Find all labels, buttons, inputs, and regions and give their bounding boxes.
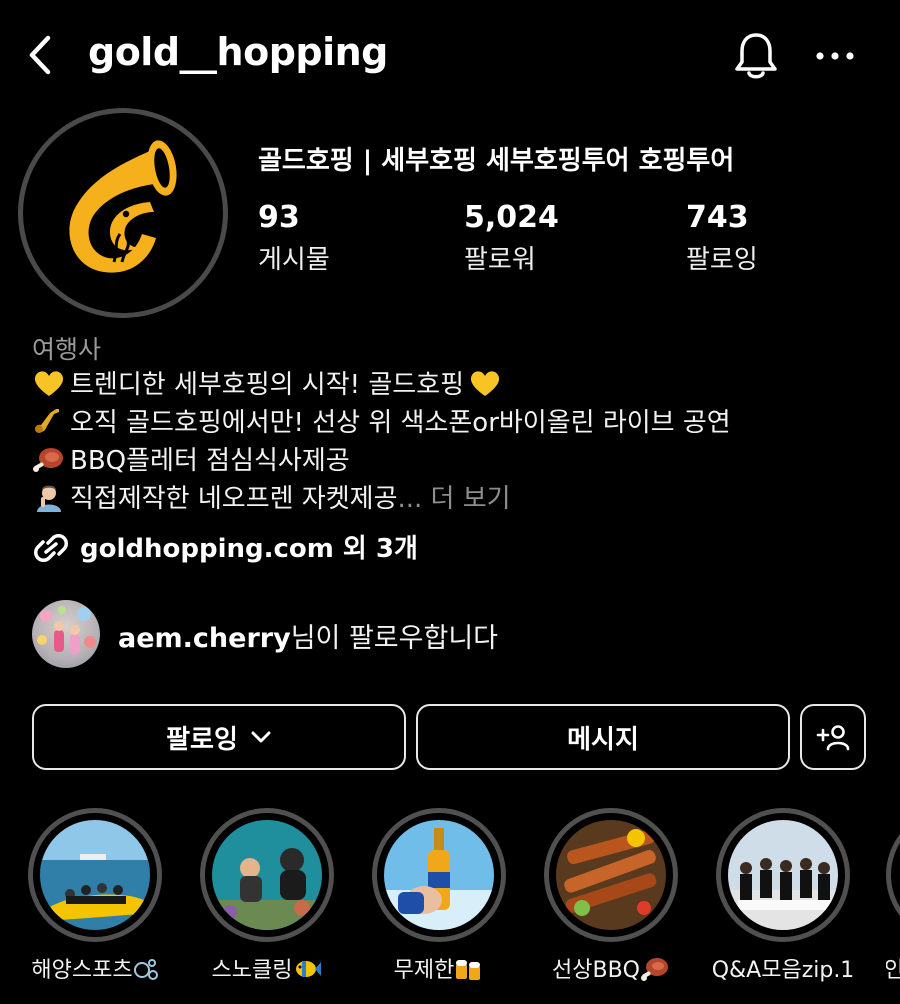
highlight-snorkeling[interactable]: 스노클링 bbox=[200, 808, 340, 998]
gold-horn-logo-icon bbox=[69, 140, 177, 273]
bio-line-2: 오직 골드호핑에서만! 선상 위 색소폰or바이올린 라이브 공연 bbox=[32, 402, 731, 439]
bubbles-icon bbox=[133, 959, 158, 980]
stat-followers-count: 5,024 bbox=[464, 200, 559, 235]
highlight-onboard-bbq[interactable]: 선상BBQ bbox=[544, 808, 684, 998]
message-button[interactable]: 메시지 bbox=[416, 704, 790, 770]
link-icon bbox=[34, 534, 68, 562]
highlight-marine-sports[interactable]: 해양스포츠 bbox=[28, 808, 168, 998]
highlight-partial[interactable]: 인 bbox=[886, 808, 900, 998]
highlight-cover bbox=[384, 820, 494, 930]
highlight-cover bbox=[212, 820, 322, 930]
followed-by-suffix: 님이 팔로우합니다 bbox=[290, 623, 499, 654]
profile-full-name: 골드호핑 | 세부호핑 세부호핑투어 호핑투어 bbox=[258, 146, 735, 176]
highlight-ring bbox=[886, 808, 900, 942]
add-person-button[interactable] bbox=[800, 704, 866, 770]
following-button[interactable]: 팔로잉 bbox=[32, 704, 406, 770]
stat-posts-label: 게시물 bbox=[258, 245, 330, 275]
bell-icon[interactable] bbox=[732, 30, 780, 82]
profile-avatar[interactable] bbox=[30, 120, 216, 306]
followed-by-text: aem.cherry님이 팔로우합니다 bbox=[118, 616, 498, 655]
website-link-text: goldhopping.com bbox=[80, 534, 334, 564]
stat-following[interactable]: 743 팔로잉 bbox=[686, 200, 758, 276]
stat-following-label: 팔로잉 bbox=[686, 245, 758, 275]
highlight-cover bbox=[556, 820, 666, 930]
person-gesturing-icon bbox=[37, 485, 61, 512]
stat-following-count: 743 bbox=[686, 200, 749, 235]
yellow-heart-icon bbox=[470, 371, 500, 396]
highlight-label: 인 bbox=[886, 958, 900, 983]
stat-posts-count: 93 bbox=[258, 200, 300, 235]
highlight-label: 해양스포츠 bbox=[22, 952, 168, 984]
bio-more-link[interactable]: ... 더 보기 bbox=[398, 484, 511, 514]
highlight-unlimited[interactable]: 무제한 bbox=[372, 808, 512, 998]
follower-avatar bbox=[32, 600, 100, 668]
profile-category: 여행사 bbox=[32, 335, 102, 364]
beer-mugs-icon bbox=[456, 960, 481, 980]
stat-followers[interactable]: 5,024 팔로워 bbox=[464, 200, 559, 276]
website-link[interactable]: goldhopping.com 외 3개 bbox=[32, 528, 418, 565]
bio-line-3-text: BBQ플레터 점심식사제공 bbox=[70, 446, 350, 476]
stat-posts[interactable]: 93 게시물 bbox=[258, 200, 330, 276]
chevron-left-icon[interactable] bbox=[22, 32, 62, 78]
bio-line-1: 트렌디한 세부호핑의 시작! 골드호핑 bbox=[32, 364, 506, 401]
highlight-label: Q&A모음zip.1 bbox=[711, 958, 855, 983]
follower-username[interactable]: aem.cherry bbox=[118, 623, 291, 654]
highlight-cover bbox=[40, 820, 150, 930]
top-bar: gold__hopping bbox=[0, 0, 900, 110]
bio-line-2-text: 오직 골드호핑에서만! 선상 위 색소폰or바이올린 라이브 공연 bbox=[70, 408, 731, 438]
following-button-label: 팔로잉 bbox=[166, 724, 238, 755]
saxophone-icon bbox=[35, 409, 59, 433]
website-link-more: 외 3개 bbox=[333, 534, 418, 564]
tropical-fish-icon bbox=[296, 961, 322, 977]
bio-line-3: BBQ플레터 점심식사제공 bbox=[32, 440, 350, 477]
highlight-label: 무제한 bbox=[366, 952, 512, 984]
highlight-cover bbox=[728, 820, 838, 930]
add-person-icon bbox=[816, 725, 850, 751]
more-horizontal-icon[interactable] bbox=[812, 38, 858, 74]
highlight-label: 선상BBQ bbox=[538, 952, 684, 984]
profile-username: gold__hopping bbox=[88, 30, 388, 74]
highlight-qa[interactable]: Q&A모음zip.1 bbox=[712, 808, 856, 998]
meat-on-bone-icon bbox=[640, 958, 668, 981]
yellow-heart-icon bbox=[34, 371, 64, 396]
bio-line-4-text: 직접제작한 네오프렌 자켓제공 bbox=[70, 484, 398, 514]
stat-followers-label: 팔로워 bbox=[464, 245, 536, 275]
meat-on-bone-icon bbox=[33, 448, 63, 472]
bio-line-1-text: 트렌디한 세부호핑의 시작! 골드호핑 bbox=[70, 370, 465, 400]
highlight-label: 스노클링 bbox=[194, 952, 340, 984]
message-button-label: 메시지 bbox=[567, 724, 639, 755]
chevron-down-icon bbox=[251, 731, 271, 743]
bio-line-4: 직접제작한 네오프렌 자켓제공... 더 보기 bbox=[32, 478, 511, 515]
